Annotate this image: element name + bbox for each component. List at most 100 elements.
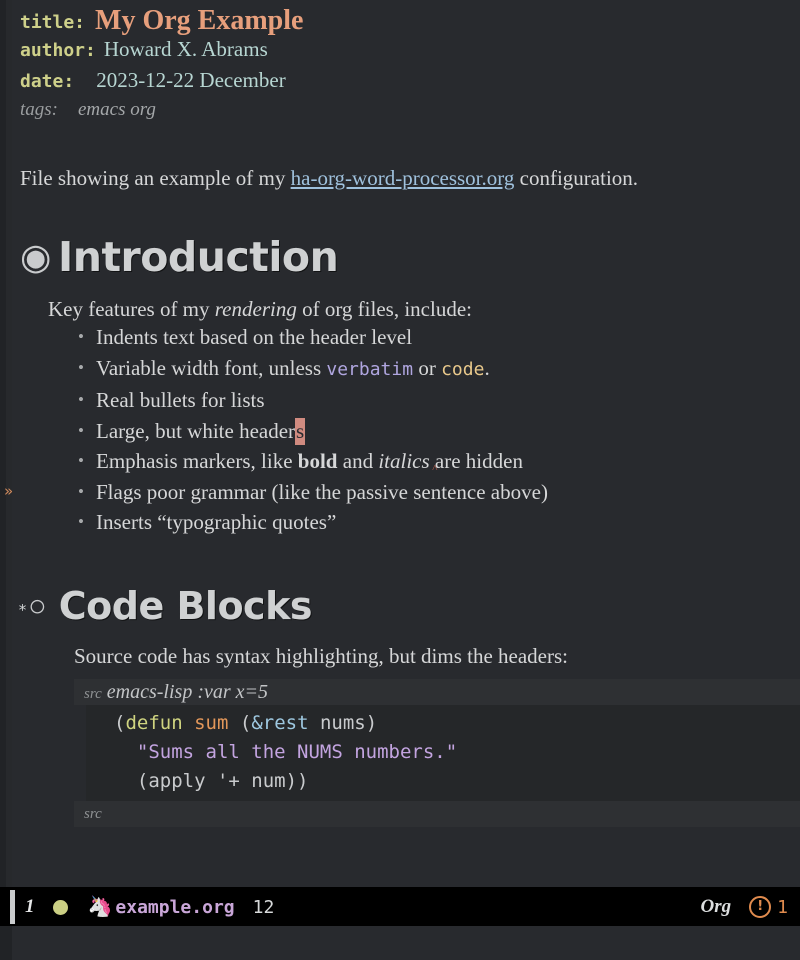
list-item-text-1: Variable width font, unless [96,355,327,380]
list-bullet-icon: • [78,327,84,346]
heading-stars: * [18,600,28,619]
modeline-buffer-name[interactable]: example.org [115,897,234,918]
list-bullet-icon: • [78,420,84,440]
src-begin-args: emacs-lisp :var x=5 [106,680,269,703]
code-line: "Sums all the NUMS numbers." [86,738,800,767]
code-token-rest: &rest [251,711,309,734]
code-blocks-lead: Source code has syntax highlighting, but… [74,643,568,668]
keyword-label-tags: tags: [20,99,58,120]
keyword-label-author: author: [20,40,96,61]
gnu-icon: 🦄 [87,896,113,918]
code-token-defun: defun [125,711,183,734]
heading-code-blocks-label: Code Blocks [58,583,313,628]
heading-introduction[interactable]: ◉ Introduction [12,233,800,281]
document-tags: emacs org [78,99,156,120]
document-date: 2023-12-22 December [96,68,286,92]
document-author: Howard X. Abrams [103,37,268,61]
list-item[interactable]: • Real bullets for lists [78,385,800,416]
section-introduction-body: Key features of my rendering of org file… [12,297,800,538]
list-item[interactable]: • Large, but white headers [78,416,800,447]
heading-code-blocks[interactable]: * ○ Code Blocks [12,584,800,628]
heading-bullet-icon: ○ [28,588,47,623]
list-bullet-icon: • [78,390,84,409]
introduction-lead: Key features of my rendering of org file… [48,297,800,322]
list-item[interactable]: • Inserts “typographic quotes” [78,507,800,538]
fringe-continuation-arrow-icon: » [4,482,14,500]
list-item-text-2: and [337,449,379,473]
list-item[interactable]: • Indents text based on the header level [78,322,800,353]
list-item-label: Inserts “typographic quotes” [96,510,337,534]
modeline-left: 1 🦄 example.org 12 [25,896,701,918]
keyword-line-tags[interactable]: tags: emacs org [12,99,800,130]
code-token-docstring: "Sums all the NUMS numbers." [136,740,458,763]
keyword-label-date: date: [20,71,75,92]
grammar-flag-marker [430,449,435,473]
lead-emphasis: rendering [214,297,297,321]
list-item-text-2: or [413,355,442,380]
heading-introduction-label: Introduction [58,233,339,281]
src-block-code[interactable]: (defun sum (&rest nums) "Sums all the NU… [86,704,800,801]
modeline-right: Org ! 1 [701,896,788,918]
italic-token: italics [378,449,430,473]
code-token-sum: sum [194,711,229,734]
document-title: My Org Example [95,5,304,36]
list-item-text-3: . [484,355,490,380]
modeline: 1 🦄 example.org 12 Org ! 1 [0,887,800,926]
modeline-status-dot-icon[interactable] [52,899,68,915]
list-bullet-icon: • [78,451,84,470]
code-line: (defun sum (&rest nums) [86,709,800,738]
src-block[interactable]: src emacs-lisp :var x=5 (defun sum (&rest… [74,678,800,827]
org-buffer[interactable]: title: My Org Example author: Howard X. … [12,0,800,888]
code-line: (apply '+ num)) [86,767,800,796]
src-block-begin-line: src emacs-lisp :var x=5 [74,678,800,705]
verbatim-token: verbatim [326,358,414,380]
modeline-major-mode[interactable]: Org [701,896,732,918]
list-item-label: Real bullets for lists [96,388,265,412]
echo-area-left-edge [0,926,12,960]
keyword-line-title[interactable]: title: My Org Example [12,6,800,37]
list-item-text-3: are hidden [434,449,523,473]
text-cursor: s [295,417,306,445]
emacs-frame: title: My Org Example author: Howard X. … [0,0,800,960]
list-item-text-1: Emphasis markers, like [96,449,298,473]
intro-paragraph: File showing an example of my ha-org-wor… [12,166,800,191]
code-token-nums: nums) [308,711,378,734]
list-item[interactable]: • Emphasis markers, like bold and italics… [78,446,800,477]
list-bullet-icon: • [78,357,84,377]
code-token-paren: ( [114,711,126,734]
document-keywords: title: My Org Example author: Howard X. … [12,0,800,130]
list-bullet-icon: • [78,512,84,531]
list-item-text-1: Large, but white header [96,418,296,443]
org-link-ha-org-word-processor[interactable]: ha-org-word-processor.org [291,166,515,190]
bold-token: bold [297,449,338,473]
modeline-window-bar [10,890,15,924]
code-token: code [441,358,485,380]
code-token-indent [114,741,137,763]
list-item[interactable]: • Variable width font, unless verbatim or… [78,353,800,386]
intro-text-before: File showing an example of my [20,166,291,190]
src-begin-keyword: src [84,685,102,702]
lead-after: of org files, include: [296,297,472,321]
keyword-label-title: title: [20,12,86,33]
list-bullet-icon: • [78,481,84,501]
keyword-line-author[interactable]: author: Howard X. Abrams [12,37,800,68]
modeline-position: 12 [252,896,275,918]
list-item-label: Indents text based on the header level [96,325,413,349]
src-block-end-line: src [74,800,800,827]
list-item[interactable]: • Flags poor grammar (like the passive se… [78,477,800,508]
intro-text-after: configuration. [514,166,639,190]
heading-bullet-icon: ◉ [20,237,52,277]
modeline-warning-count: 1 [777,896,788,918]
code-token-paren2: ( [228,711,252,734]
src-end-keyword: src [84,805,102,822]
warning-icon[interactable]: ! [749,896,772,918]
feature-list: • Indents text based on the header level … [48,322,800,538]
keyword-line-date[interactable]: date: 2023-12-22 December [12,68,800,99]
echo-area[interactable] [0,926,800,960]
code-token-apply: (apply '+ num)) [114,769,309,792]
list-item-label: Flags poor grammar (like the passive sen… [96,479,548,504]
modeline-window-number[interactable]: 1 [25,896,35,918]
lead-before: Key features of my [48,297,215,321]
section-code-blocks-body: Source code has syntax highlighting, but… [12,644,800,827]
